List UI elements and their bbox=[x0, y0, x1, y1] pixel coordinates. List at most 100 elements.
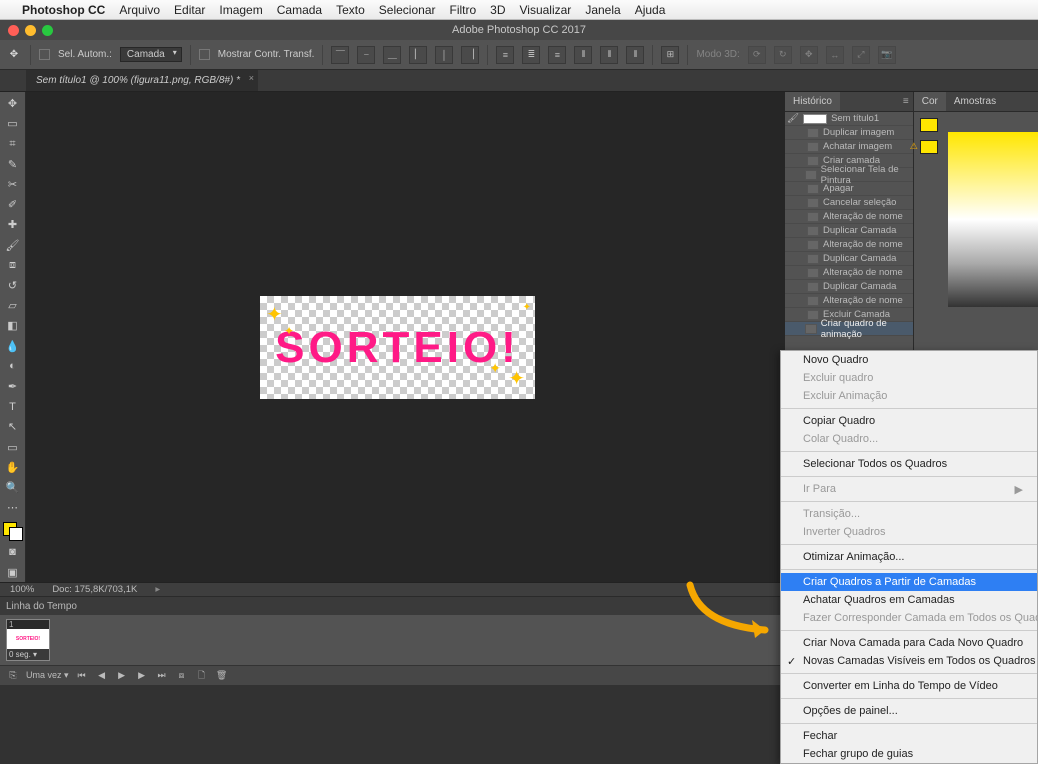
app-name[interactable]: Photoshop CC bbox=[22, 3, 105, 17]
clone-stamp-tool[interactable]: ⧈ bbox=[2, 256, 24, 275]
eyedropper-tool[interactable]: ✐ bbox=[2, 195, 24, 214]
marquee-tool[interactable]: ▭ bbox=[2, 114, 24, 133]
distribute-right-button[interactable]: ⦀ bbox=[626, 46, 644, 64]
color-picker-ramp[interactable] bbox=[948, 132, 1038, 307]
path-select-tool[interactable]: ↖ bbox=[2, 417, 24, 436]
lasso-tool[interactable]: ⌗ bbox=[2, 134, 24, 153]
prev-frame-button[interactable]: ◀ bbox=[95, 669, 109, 683]
type-tool[interactable]: T bbox=[2, 397, 24, 416]
crop-tool[interactable]: ✂ bbox=[2, 175, 24, 194]
history-step[interactable]: Duplicar Camada bbox=[785, 224, 913, 238]
zoom-tool[interactable]: 🔍 bbox=[2, 478, 24, 497]
align-vmiddle-button[interactable]: ⎯ bbox=[357, 46, 375, 64]
menu-janela[interactable]: Janela bbox=[585, 3, 620, 17]
swatches-panel-tab[interactable]: Amostras bbox=[946, 92, 1004, 111]
align-right-button[interactable]: ▕ bbox=[461, 46, 479, 64]
first-frame-button[interactable]: ⏮ bbox=[75, 669, 89, 683]
distribute-bottom-button[interactable]: ≡ bbox=[548, 46, 566, 64]
move-tool[interactable]: ✥ bbox=[2, 94, 24, 113]
color-bg-box[interactable] bbox=[920, 140, 938, 154]
blur-tool[interactable]: 💧 bbox=[2, 336, 24, 355]
history-step[interactable]: Achatar imagem bbox=[785, 140, 913, 154]
history-step[interactable]: Cancelar seleção bbox=[785, 196, 913, 210]
edit-toolbar[interactable]: ⋯ bbox=[2, 498, 24, 517]
distribute-vmiddle-button[interactable]: ≣ bbox=[522, 46, 540, 64]
spot-heal-tool[interactable]: ✚ bbox=[2, 215, 24, 234]
history-step[interactable]: Duplicar imagem bbox=[785, 126, 913, 140]
play-button[interactable]: ▶ bbox=[115, 669, 129, 683]
color-panel-tab[interactable]: Cor bbox=[914, 92, 946, 111]
menu-camada[interactable]: Camada bbox=[277, 3, 322, 17]
history-snapshot[interactable]: 🖌 Sem título1 bbox=[785, 112, 913, 126]
menu-editar[interactable]: Editar bbox=[174, 3, 205, 17]
history-step[interactable]: Alteração de nome bbox=[785, 210, 913, 224]
new-frame-button[interactable]: 🗋 bbox=[195, 669, 209, 683]
document-tab[interactable]: Sem título1 @ 100% (figura11.png, RGB/8#… bbox=[26, 70, 258, 91]
history-step[interactable]: Duplicar Camada bbox=[785, 252, 913, 266]
menu-item[interactable]: Novas Camadas Visíveis em Todos os Quadr… bbox=[781, 652, 1037, 670]
canvas-area[interactable]: ✦ ✦ ✦ ✦ ✦ SORTEIO! bbox=[26, 92, 785, 582]
eraser-tool[interactable]: ▱ bbox=[2, 296, 24, 315]
color-swatches[interactable] bbox=[3, 522, 23, 541]
menu-item[interactable]: Otimizar Animação... bbox=[781, 548, 1037, 566]
hand-tool[interactable]: ✋ bbox=[2, 458, 24, 477]
quick-mask-button[interactable]: ◙ bbox=[2, 542, 24, 561]
menu-texto[interactable]: Texto bbox=[336, 3, 365, 17]
history-step[interactable]: Alteração de nome bbox=[785, 294, 913, 308]
menu-item[interactable]: Novo Quadro bbox=[781, 351, 1037, 369]
background-color[interactable] bbox=[9, 527, 23, 541]
align-bottom-button[interactable]: ⎽ bbox=[383, 46, 401, 64]
color-fg-box[interactable] bbox=[920, 118, 938, 132]
menu-item[interactable]: Opções de painel... bbox=[781, 702, 1037, 720]
shape-tool[interactable]: ▭ bbox=[2, 437, 24, 456]
document-canvas[interactable]: ✦ ✦ ✦ ✦ ✦ SORTEIO! bbox=[260, 296, 535, 399]
menu-selecionar[interactable]: Selecionar bbox=[379, 3, 436, 17]
history-panel-menu-icon[interactable]: ≡ bbox=[899, 96, 913, 107]
dodge-tool[interactable]: ◐ bbox=[2, 357, 24, 376]
menu-3d[interactable]: 3D bbox=[490, 3, 505, 17]
doc-size-info[interactable]: Doc: 175,8K/703,1K bbox=[52, 584, 137, 595]
close-tab-icon[interactable]: × bbox=[249, 73, 254, 83]
show-transform-checkbox[interactable] bbox=[199, 49, 210, 60]
statusbar-menu-icon[interactable]: ▸ bbox=[155, 584, 160, 595]
menu-item[interactable]: Achatar Quadros em Camadas bbox=[781, 591, 1037, 609]
menu-item[interactable]: Fechar bbox=[781, 727, 1037, 745]
timeline-flyout-menu[interactable]: Novo QuadroExcluir quadroExcluir Animaçã… bbox=[780, 350, 1038, 764]
distribute-left-button[interactable]: ⦀ bbox=[574, 46, 592, 64]
align-hcenter-button[interactable]: │ bbox=[435, 46, 453, 64]
menu-item[interactable]: Selecionar Todos os Quadros bbox=[781, 455, 1037, 473]
history-step[interactable]: Selecionar Tela de Pintura bbox=[785, 168, 913, 182]
next-frame-button[interactable]: ▶ bbox=[135, 669, 149, 683]
history-step[interactable]: Duplicar Camada bbox=[785, 280, 913, 294]
brush-tool[interactable]: 🖌 bbox=[2, 235, 24, 254]
history-panel-tab[interactable]: Histórico bbox=[785, 92, 840, 111]
frame-duration[interactable]: 0 seg. ▾ bbox=[7, 649, 49, 660]
loop-dropdown[interactable]: Uma vez ▾ bbox=[26, 670, 69, 681]
zoom-level[interactable]: 100% bbox=[10, 584, 34, 595]
minimize-window-button[interactable] bbox=[25, 25, 36, 36]
pen-tool[interactable]: ✒ bbox=[2, 377, 24, 396]
history-step[interactable]: Alteração de nome bbox=[785, 266, 913, 280]
auto-align-button[interactable]: ⊞ bbox=[661, 46, 679, 64]
menu-item[interactable]: Criar Nova Camada para Cada Novo Quadro bbox=[781, 634, 1037, 652]
align-left-button[interactable]: ▏ bbox=[409, 46, 427, 64]
last-frame-button[interactable]: ⏭ bbox=[155, 669, 169, 683]
menu-filtro[interactable]: Filtro bbox=[449, 3, 476, 17]
menu-visualizar[interactable]: Visualizar bbox=[520, 3, 572, 17]
delete-frame-button[interactable]: 🗑 bbox=[215, 669, 229, 683]
menu-arquivo[interactable]: Arquivo bbox=[119, 3, 160, 17]
color-panel[interactable] bbox=[914, 112, 1038, 312]
menu-item[interactable]: Converter em Linha do Tempo de Vídeo bbox=[781, 677, 1037, 695]
menu-item[interactable]: Fechar grupo de guias bbox=[781, 745, 1037, 763]
history-step[interactable]: Alteração de nome bbox=[785, 238, 913, 252]
quick-select-tool[interactable]: ✎ bbox=[2, 155, 24, 174]
menu-item[interactable]: Copiar Quadro bbox=[781, 412, 1037, 430]
convert-timeline-icon[interactable]: ⎘ bbox=[6, 669, 20, 683]
align-top-button[interactable]: ⎺ bbox=[331, 46, 349, 64]
history-step[interactable]: Criar quadro de animação bbox=[785, 322, 913, 336]
menu-imagem[interactable]: Imagem bbox=[219, 3, 262, 17]
auto-select-dropdown[interactable]: Camada bbox=[120, 47, 182, 62]
maximize-window-button[interactable] bbox=[42, 25, 53, 36]
menu-ajuda[interactable]: Ajuda bbox=[635, 3, 666, 17]
menu-item[interactable]: Criar Quadros a Partir de Camadas bbox=[781, 573, 1037, 591]
